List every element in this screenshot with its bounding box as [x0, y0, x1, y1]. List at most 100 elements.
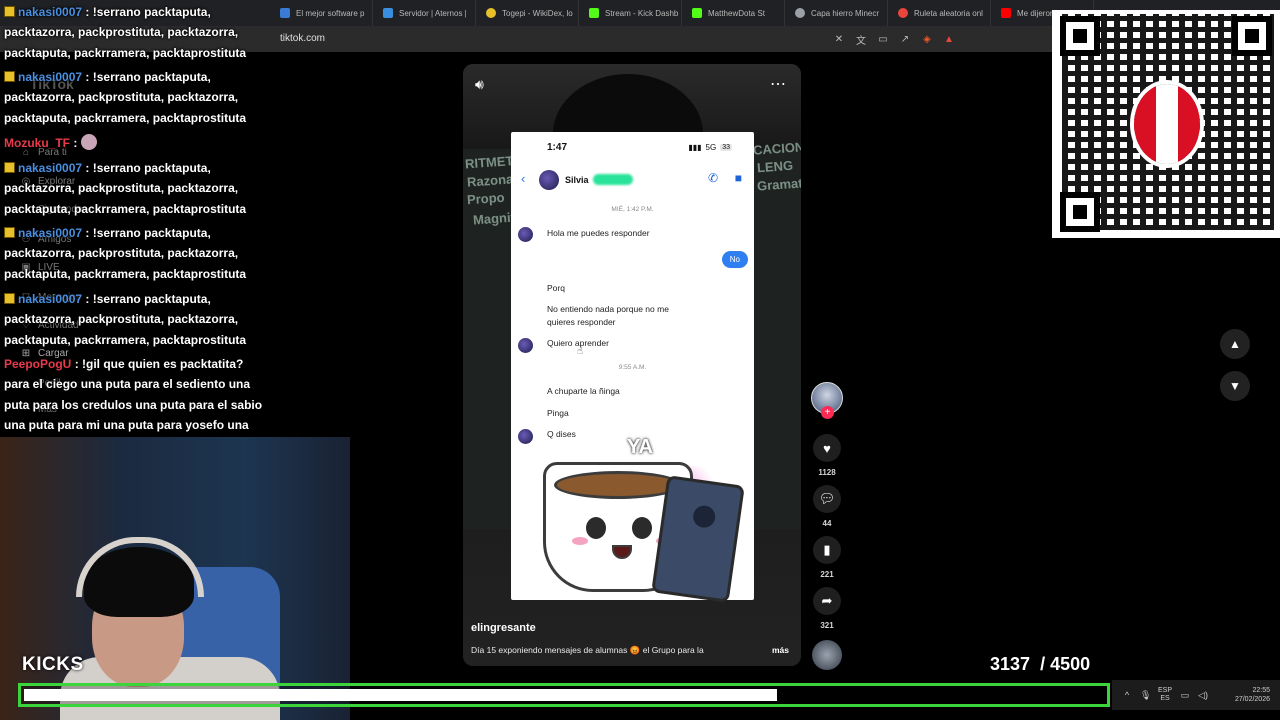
- language-indicator[interactable]: ESP ES: [1158, 687, 1172, 703]
- chat-username: PeepoPogU: [4, 357, 72, 371]
- chevron-up-icon[interactable]: ^: [1122, 690, 1132, 700]
- comment-button[interactable]: 💬︎: [813, 485, 841, 513]
- coffee-cup-sticker: YA: [525, 436, 745, 603]
- chat-date: MIÉ, 1:42 P.M.: [611, 206, 654, 213]
- comment-icon: 💬︎: [818, 491, 836, 506]
- clock[interactable]: 22:55 27/02/2026: [1235, 686, 1280, 704]
- signal-icon: ▮▮▮: [688, 143, 702, 152]
- browser-tab[interactable]: Capa hierro Minecr: [785, 0, 888, 26]
- more-options-icon[interactable]: ⋯: [770, 74, 787, 94]
- chevron-up-icon: ▲: [1229, 337, 1241, 351]
- tab-favicon: [280, 8, 290, 18]
- goal-progress-fill: [24, 689, 777, 701]
- peru-flag-icon: [1134, 84, 1200, 164]
- phone-time: 1:47: [547, 142, 568, 153]
- browser-tab[interactable]: El mejor software p: [270, 0, 373, 26]
- video-author[interactable]: elingresante: [471, 622, 536, 634]
- network-label: 5G: [705, 143, 717, 152]
- caption-more-link[interactable]: más: [772, 645, 789, 655]
- like-button[interactable]: ♥: [813, 434, 841, 462]
- microphone-icon[interactable]: 🎙︎: [1140, 690, 1151, 701]
- music-disc[interactable]: [812, 640, 842, 670]
- brave-rewards-icon[interactable]: ▲: [942, 32, 956, 46]
- screen: El mejor software p Servidor | Aternos |…: [0, 0, 1280, 720]
- browser-tab[interactable]: Togepi - WikiDex, lo: [476, 0, 579, 26]
- network-icon[interactable]: ▭: [1180, 690, 1190, 701]
- contact-name: Silvia: [565, 175, 589, 185]
- chalk-text: Razona: [466, 171, 514, 190]
- chat-username: nakasi0007: [18, 292, 83, 306]
- chat-header: ‹ Silvia ✆ ■: [511, 168, 754, 194]
- tab-favicon: [1001, 8, 1011, 18]
- chat-line: Mozuku_TF :: [4, 133, 266, 153]
- stream-chat-overlay: nakasi0007 : !serrano packtaputa, packta…: [0, 0, 268, 456]
- tab-favicon: [589, 8, 599, 18]
- chat-username: nakasi0007: [18, 70, 83, 84]
- tab-label: Togepi - WikiDex, lo: [502, 8, 573, 18]
- volume-icon[interactable]: ◁): [1198, 690, 1208, 701]
- save-count: 221: [820, 570, 834, 579]
- next-video-button[interactable]: ▼: [1220, 371, 1250, 401]
- chat-username: nakasi0007: [18, 5, 83, 19]
- translate-icon[interactable]: 文: [854, 32, 868, 47]
- share-icon[interactable]: ↗: [898, 32, 912, 46]
- previous-video-button[interactable]: ▲: [1220, 329, 1250, 359]
- chat-text: :: [73, 136, 78, 150]
- browser-tab[interactable]: Servidor | Aternos |: [373, 0, 476, 26]
- like-count: 1128: [818, 468, 836, 477]
- qr-code-overlay: [1052, 10, 1280, 238]
- cup-coffee: [554, 471, 682, 499]
- tab-label: El mejor software p: [296, 8, 365, 18]
- flag-stripe-white: [1156, 84, 1178, 164]
- chat-message: Porq: [547, 283, 565, 293]
- video-caption: Día 15 exponiendo mensajes de alumnas 😡 …: [471, 645, 704, 655]
- chat-username: nakasi0007: [18, 226, 83, 240]
- chat-message-sent: No: [721, 251, 748, 268]
- chat-date: 9:55 A.M.: [618, 364, 647, 371]
- browser-tab[interactable]: Ruleta aleatoria onl: [888, 0, 991, 26]
- battery-icon: 33: [720, 144, 732, 151]
- kicks-label: KICKS: [22, 654, 84, 675]
- goal-total: / 4500: [1040, 654, 1091, 674]
- browser-tab[interactable]: MatthewDota St: [682, 0, 785, 26]
- cup-blush: [572, 537, 588, 545]
- tab-label: Servidor | Aternos |: [399, 8, 467, 18]
- subscriber-badge-icon: [4, 6, 15, 17]
- chat-message: No entiendo nada porque no me quieres re…: [547, 304, 669, 327]
- chalk-text: LENG: [756, 157, 794, 176]
- goal-current: 3137: [990, 654, 1031, 674]
- address-bar-icons: ✕ 文 ▭ ↗ ◈ ▲: [832, 32, 956, 47]
- picture-in-picture-icon[interactable]: ▭: [876, 32, 890, 46]
- follow-plus-icon[interactable]: +: [821, 406, 834, 419]
- phone-status: ▮▮▮ 5G 33: [688, 143, 732, 152]
- sticker-phone: [651, 475, 745, 603]
- share-count: 321: [820, 621, 834, 630]
- tab-favicon: [692, 8, 702, 18]
- qr-finder: [1060, 16, 1100, 56]
- chalk-text: Magnit: [472, 209, 516, 228]
- video-player[interactable]: RITMETICA Razona Propo Magnit CACION LEN…: [463, 64, 801, 666]
- browser-tab[interactable]: Stream - Kick Dashb: [579, 0, 682, 26]
- phone-icon: ✆: [707, 171, 718, 185]
- back-icon: ‹: [521, 171, 526, 186]
- volume-icon[interactable]: 🔊︎: [475, 76, 484, 93]
- chat-line: nakasi0007 : !serrano packtaputa, packta…: [4, 158, 266, 219]
- system-tray: ^ 🎙︎ ESP ES ▭ ◁) 22:55 27/02/2026: [1112, 680, 1280, 710]
- share-arrow-icon: ➦: [821, 593, 833, 608]
- contact-avatar: [539, 170, 559, 190]
- redaction-mark: [593, 174, 633, 185]
- url-field[interactable]: tiktok.com: [280, 33, 325, 44]
- chat-message: Hola me puedes responder: [547, 228, 650, 238]
- qr-finder: [1232, 16, 1272, 56]
- sender-avatar: [518, 338, 533, 353]
- clock-time: 22:55: [1252, 687, 1270, 694]
- share-button[interactable]: ➦: [813, 587, 841, 615]
- save-button[interactable]: ▮: [813, 536, 841, 564]
- chat-line: nakasi0007 : !serrano packtaputa, packta…: [4, 223, 266, 284]
- brave-shield-icon[interactable]: ◈: [920, 32, 934, 46]
- heart-icon: ♥: [823, 440, 831, 456]
- webcam-overlay: [0, 437, 350, 720]
- notifications-off-icon[interactable]: ✕: [832, 32, 846, 46]
- tab-label: Capa hierro Minecr: [811, 8, 880, 18]
- tab-label: Ruleta aleatoria onl: [914, 8, 983, 18]
